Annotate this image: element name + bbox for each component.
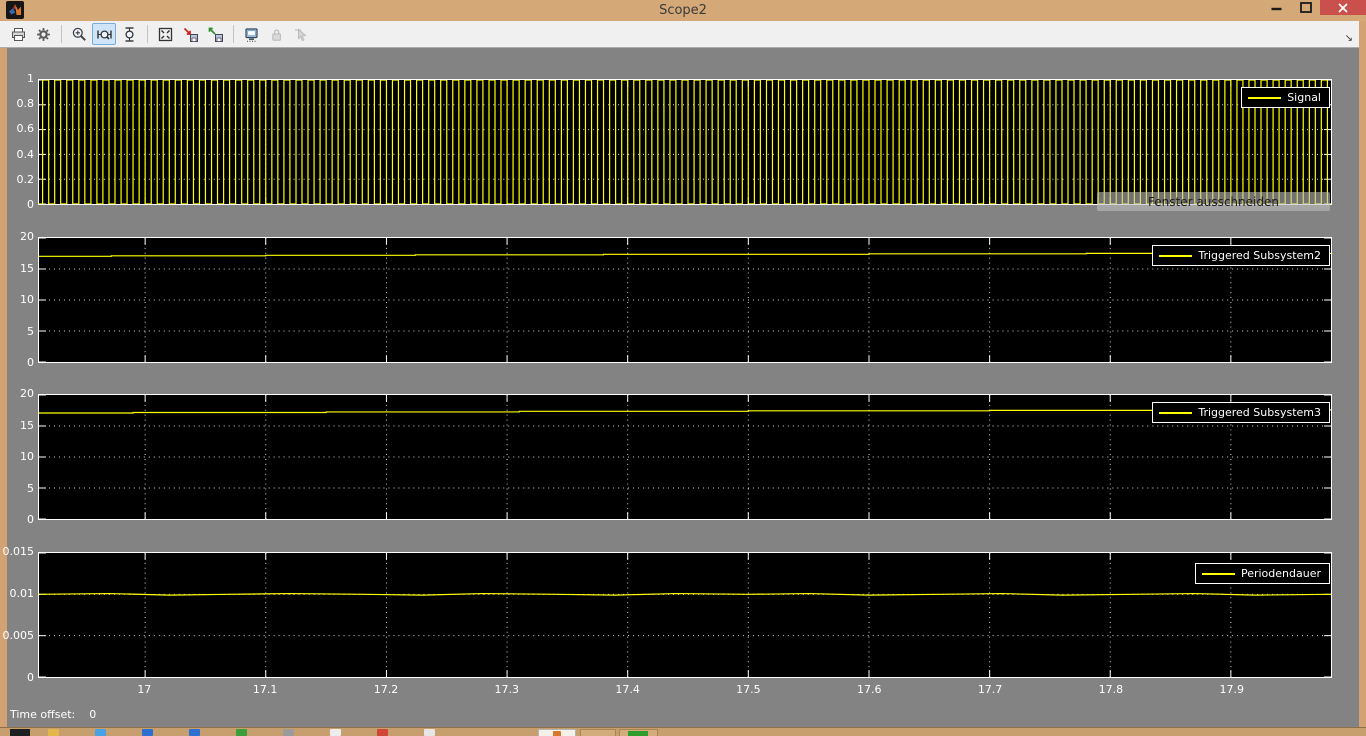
document-icon[interactable] bbox=[330, 729, 341, 736]
legend-label: Signal bbox=[1287, 91, 1321, 104]
legend-line-sample bbox=[1159, 255, 1192, 257]
lock-axes-button[interactable] bbox=[264, 23, 288, 45]
x-tick-label: 17.5 bbox=[736, 683, 761, 696]
legend-label: Triggered Subsystem3 bbox=[1198, 406, 1321, 419]
legend-line-sample bbox=[1248, 97, 1281, 99]
taskbar bbox=[0, 727, 1366, 736]
x-tick-label: 17.2 bbox=[374, 683, 399, 696]
x-tick-label: 17.3 bbox=[495, 683, 520, 696]
maximize-button[interactable] bbox=[1291, 0, 1320, 15]
app-green-icon[interactable] bbox=[236, 729, 247, 736]
plot-triggered-subsystem2: Triggered Subsystem2 bbox=[38, 237, 1332, 363]
time-offset-value: 0 bbox=[89, 708, 96, 721]
signal-selection-button[interactable] bbox=[289, 23, 313, 45]
minimize-button[interactable] bbox=[1262, 0, 1291, 15]
zoom-y-button[interactable] bbox=[117, 23, 141, 45]
task-button[interactable] bbox=[580, 729, 616, 736]
plot-periodendauer: Periodendauer bbox=[38, 552, 1332, 678]
plot-canvas[interactable] bbox=[39, 80, 1331, 204]
legend-line-sample bbox=[1159, 412, 1192, 414]
x-tick-label: 17.9 bbox=[1219, 683, 1244, 696]
toolbar: ↘ bbox=[0, 21, 1359, 48]
plot-triggered-subsystem3: Triggered Subsystem3 bbox=[38, 394, 1332, 520]
save-axes-icon bbox=[182, 26, 199, 43]
plot-canvas[interactable] bbox=[39, 553, 1331, 677]
toolbar-overflow-arrow[interactable]: ↘ bbox=[1345, 34, 1353, 44]
legend-periodendauer[interactable]: Periodendauer bbox=[1195, 563, 1330, 584]
scope-task-button[interactable] bbox=[538, 729, 576, 736]
x-tick-label: 17.7 bbox=[978, 683, 1003, 696]
lock-icon bbox=[268, 26, 285, 43]
start-icon[interactable] bbox=[10, 729, 30, 736]
zoom-button[interactable] bbox=[67, 23, 91, 45]
print-button[interactable] bbox=[6, 23, 30, 45]
window-border-left bbox=[0, 48, 7, 727]
app-blue2-icon[interactable] bbox=[189, 729, 200, 736]
autoscale-icon bbox=[157, 26, 174, 43]
legend-label: Triggered Subsystem2 bbox=[1198, 249, 1321, 262]
close-button[interactable] bbox=[1320, 0, 1366, 15]
x-tick-label: 17.1 bbox=[253, 683, 278, 696]
zoom-icon bbox=[71, 26, 88, 43]
app-gray-icon[interactable] bbox=[283, 729, 294, 736]
x-tick-label: 17.6 bbox=[857, 683, 882, 696]
autoscale-button[interactable] bbox=[153, 23, 177, 45]
snip-tooltip: Fenster ausschneiden bbox=[1097, 192, 1330, 211]
close-icon bbox=[1338, 3, 1348, 13]
plot-signal: Signal bbox=[38, 79, 1332, 205]
x-tick-label: 17 bbox=[137, 683, 151, 696]
minimize-icon bbox=[1271, 4, 1282, 12]
restore-axes-icon bbox=[207, 26, 224, 43]
floating-scope-icon bbox=[243, 26, 260, 43]
parameters-button[interactable] bbox=[31, 23, 55, 45]
legend-line-sample bbox=[1202, 573, 1235, 575]
window-icon[interactable] bbox=[424, 729, 435, 736]
window-border-right bbox=[1359, 21, 1366, 727]
zoom-x-icon bbox=[96, 26, 113, 43]
gear-icon bbox=[35, 26, 52, 43]
x-tick-label: 17.8 bbox=[1099, 683, 1124, 696]
app-red-icon[interactable] bbox=[377, 729, 388, 736]
toolbar-separator bbox=[233, 25, 234, 43]
app-blue-icon[interactable] bbox=[142, 729, 153, 736]
plot-canvas[interactable] bbox=[39, 238, 1331, 362]
matlab-flame-icon bbox=[553, 731, 561, 736]
printer-icon bbox=[10, 26, 27, 43]
legend-triggered-subsystem3[interactable]: Triggered Subsystem3 bbox=[1152, 402, 1330, 423]
toolbar-separator bbox=[147, 25, 148, 43]
legend-label: Periodendauer bbox=[1241, 567, 1321, 580]
task-button-green[interactable] bbox=[619, 729, 658, 736]
matlab-logo-icon bbox=[6, 1, 24, 19]
floating-scope-button[interactable] bbox=[239, 23, 263, 45]
signal-selection-icon bbox=[293, 26, 310, 43]
restore-axes-button[interactable] bbox=[203, 23, 227, 45]
maximize-icon bbox=[1300, 2, 1312, 13]
zoom-y-icon bbox=[121, 26, 138, 43]
folder-icon[interactable] bbox=[48, 729, 59, 736]
legend-triggered-subsystem2[interactable]: Triggered Subsystem2 bbox=[1152, 245, 1330, 266]
plot-canvas[interactable] bbox=[39, 395, 1331, 519]
save-axes-button[interactable] bbox=[178, 23, 202, 45]
toolbar-separator bbox=[61, 25, 62, 43]
browser-icon[interactable] bbox=[95, 729, 106, 736]
x-tick-label: 17.4 bbox=[615, 683, 640, 696]
legend-signal[interactable]: Signal bbox=[1241, 87, 1330, 108]
zoom-x-button[interactable] bbox=[92, 23, 116, 45]
titlebar[interactable]: Scope2 bbox=[0, 0, 1366, 21]
status-bar: Time offset: 0 bbox=[10, 708, 96, 721]
time-offset-label: Time offset: bbox=[10, 708, 75, 721]
green-app-icon bbox=[628, 731, 648, 736]
window-title: Scope2 bbox=[0, 3, 1366, 18]
